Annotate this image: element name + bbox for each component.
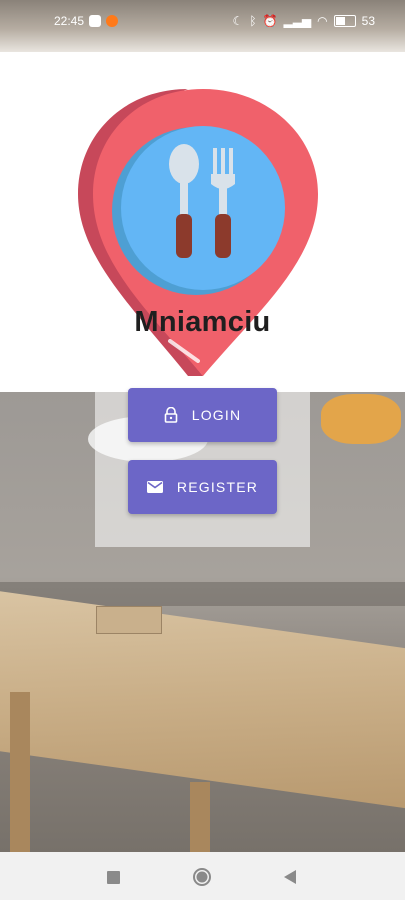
signal-icon: ▂▃▅ xyxy=(283,14,312,28)
login-label: LOGIN xyxy=(191,407,242,423)
mail-icon xyxy=(146,481,163,493)
home-button[interactable] xyxy=(191,866,213,888)
table-leg xyxy=(10,692,30,852)
circle-home-icon xyxy=(193,868,211,886)
status-right: ☾ ᛒ ⏰ ▂▃▅ ◠ 53 xyxy=(233,14,375,28)
battery-percent: 53 xyxy=(361,14,375,28)
status-bar: 22:45 ☾ ᛒ ⏰ ▂▃▅ ◠ 53 xyxy=(0,0,405,52)
notification-orange-icon xyxy=(106,15,119,27)
table-leg xyxy=(190,782,210,852)
battery-fill xyxy=(335,17,345,25)
clock: 22:45 xyxy=(54,14,85,28)
bluetooth-icon: ᛒ xyxy=(249,14,257,28)
battery-icon xyxy=(333,15,356,27)
register-label: REGISTER xyxy=(176,479,259,495)
register-button[interactable]: REGISTER xyxy=(128,460,277,514)
status-left: 22:45 xyxy=(54,14,119,28)
wifi-icon: ◠ xyxy=(317,14,328,28)
food xyxy=(321,394,401,444)
lock-icon xyxy=(164,407,178,423)
alarm-icon: ⏰ xyxy=(262,14,278,28)
back-button[interactable] xyxy=(279,866,301,888)
login-button[interactable]: LOGIN xyxy=(128,388,277,442)
notification-icon xyxy=(89,15,102,27)
square-recent-icon xyxy=(106,870,120,884)
navigation-bar xyxy=(0,852,405,900)
triangle-back-icon xyxy=(283,870,296,884)
moon-icon: ☾ xyxy=(232,14,244,28)
recent-apps-button[interactable] xyxy=(102,866,124,888)
napkin-box xyxy=(96,606,162,634)
table-top xyxy=(0,589,405,811)
app-title: Mniamciu xyxy=(134,306,271,338)
